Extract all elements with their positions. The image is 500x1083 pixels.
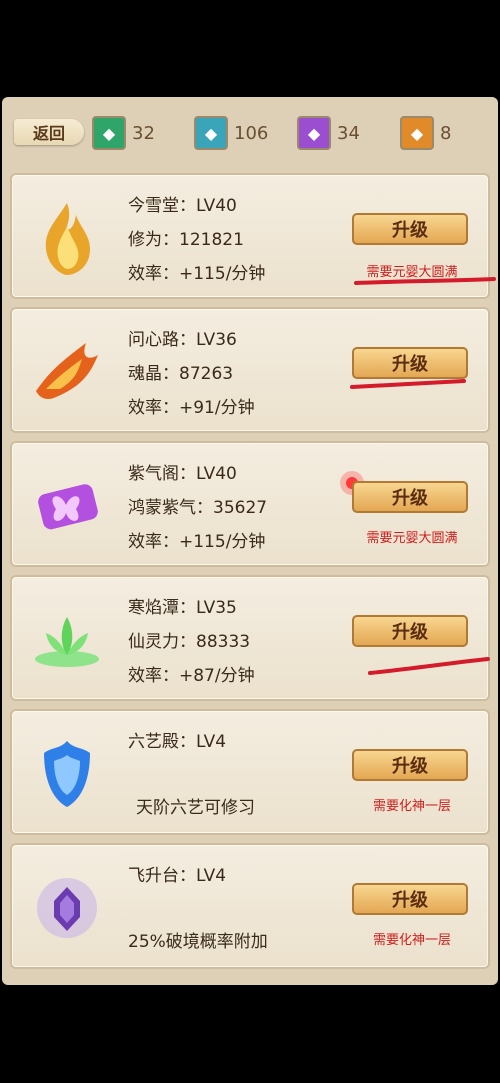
resource-value: 34	[337, 122, 360, 144]
orange-gem-icon: ◆	[400, 116, 434, 150]
upgrade-button[interactable]: 升级	[352, 749, 468, 781]
upgrade-button[interactable]: 升级	[352, 615, 468, 647]
red-underline-mark	[368, 657, 490, 675]
purple-gem-icon: ◆	[297, 116, 331, 150]
building-resource: 仙灵力：88333	[128, 632, 251, 652]
building-rate: 效率：+87/分钟	[128, 666, 255, 686]
resource-value: 106	[234, 122, 269, 144]
building-rate: 效率：+115/分钟	[128, 532, 266, 552]
requirement-text: 需要元婴大圆满	[366, 531, 458, 546]
back-button[interactable]: 返回	[14, 119, 84, 145]
purple-butterfly-scroll-icon	[38, 484, 98, 530]
building-name: 问心路：LV36	[128, 330, 237, 350]
blue-shield-icon	[44, 741, 90, 807]
resource-orange: ◆ 8	[400, 116, 452, 150]
golden-flame-icon	[45, 203, 90, 275]
resource-value: 32	[132, 122, 155, 144]
red-underline-mark	[350, 379, 466, 389]
green-lotus-icon	[35, 617, 99, 667]
red-underline-mark	[354, 277, 496, 285]
building-card-hanyantan: 寒焰潭：LV35 仙灵力：88333 效率：+87/分钟 升级	[10, 575, 490, 701]
building-name: 紫气阁：LV40	[128, 464, 237, 484]
upgrade-button[interactable]: 升级	[352, 213, 468, 245]
teal-gem-icon: ◆	[194, 116, 228, 150]
building-description: 25%破境概率附加	[128, 932, 268, 952]
resource-purple: ◆ 34	[297, 116, 360, 150]
building-card-feishengtai: 飞升台：LV4 25%破境概率附加 升级 需要化神一层	[10, 843, 490, 969]
building-rate: 效率：+91/分钟	[128, 398, 255, 418]
building-rate: 效率：+115/分钟	[128, 264, 266, 284]
orange-fire-bird-icon	[36, 343, 98, 399]
upgrade-button[interactable]: 升级	[352, 883, 468, 915]
requirement-text: 需要化神一层	[372, 799, 451, 814]
building-name: 寒焰潭：LV35	[128, 598, 237, 618]
building-name: 六艺殿：LV4	[128, 732, 227, 752]
upgrade-button[interactable]: 升级	[352, 481, 468, 513]
top-bar: 返回 ◆ 32 ◆ 106 ◆ 34 ◆ 8	[2, 97, 498, 167]
green-gem-icon: ◆	[92, 116, 126, 150]
building-name: 飞升台：LV4	[128, 866, 227, 886]
building-card-ziqige: 紫气阁：LV40 鸿蒙紫气：35627 效率：+115/分钟 升级 需要元婴大圆…	[10, 441, 490, 567]
resource-green: ◆ 32	[92, 116, 155, 150]
building-description: 天阶六艺可修习	[136, 798, 255, 818]
violet-crystal-icon	[37, 878, 97, 938]
building-resource: 鸿蒙紫气：35627	[128, 498, 268, 518]
resource-teal: ◆ 106	[194, 116, 269, 150]
building-card-liuyidian: 六艺殿：LV4 天阶六艺可修习 升级 需要化神一层	[10, 709, 490, 835]
building-card-wenxinlu: 问心路：LV36 魂晶：87263 效率：+91/分钟 升级	[10, 307, 490, 433]
building-name: 今雪堂：LV40	[128, 196, 237, 216]
resource-value: 8	[440, 122, 452, 144]
building-resource: 魂晶：87263	[128, 364, 234, 384]
requirement-text: 需要化神一层	[372, 933, 451, 948]
building-panel: 返回 ◆ 32 ◆ 106 ◆ 34 ◆ 8 今雪堂：LV40 修为：12182…	[2, 97, 498, 985]
building-resource: 修为：121821	[128, 230, 244, 250]
